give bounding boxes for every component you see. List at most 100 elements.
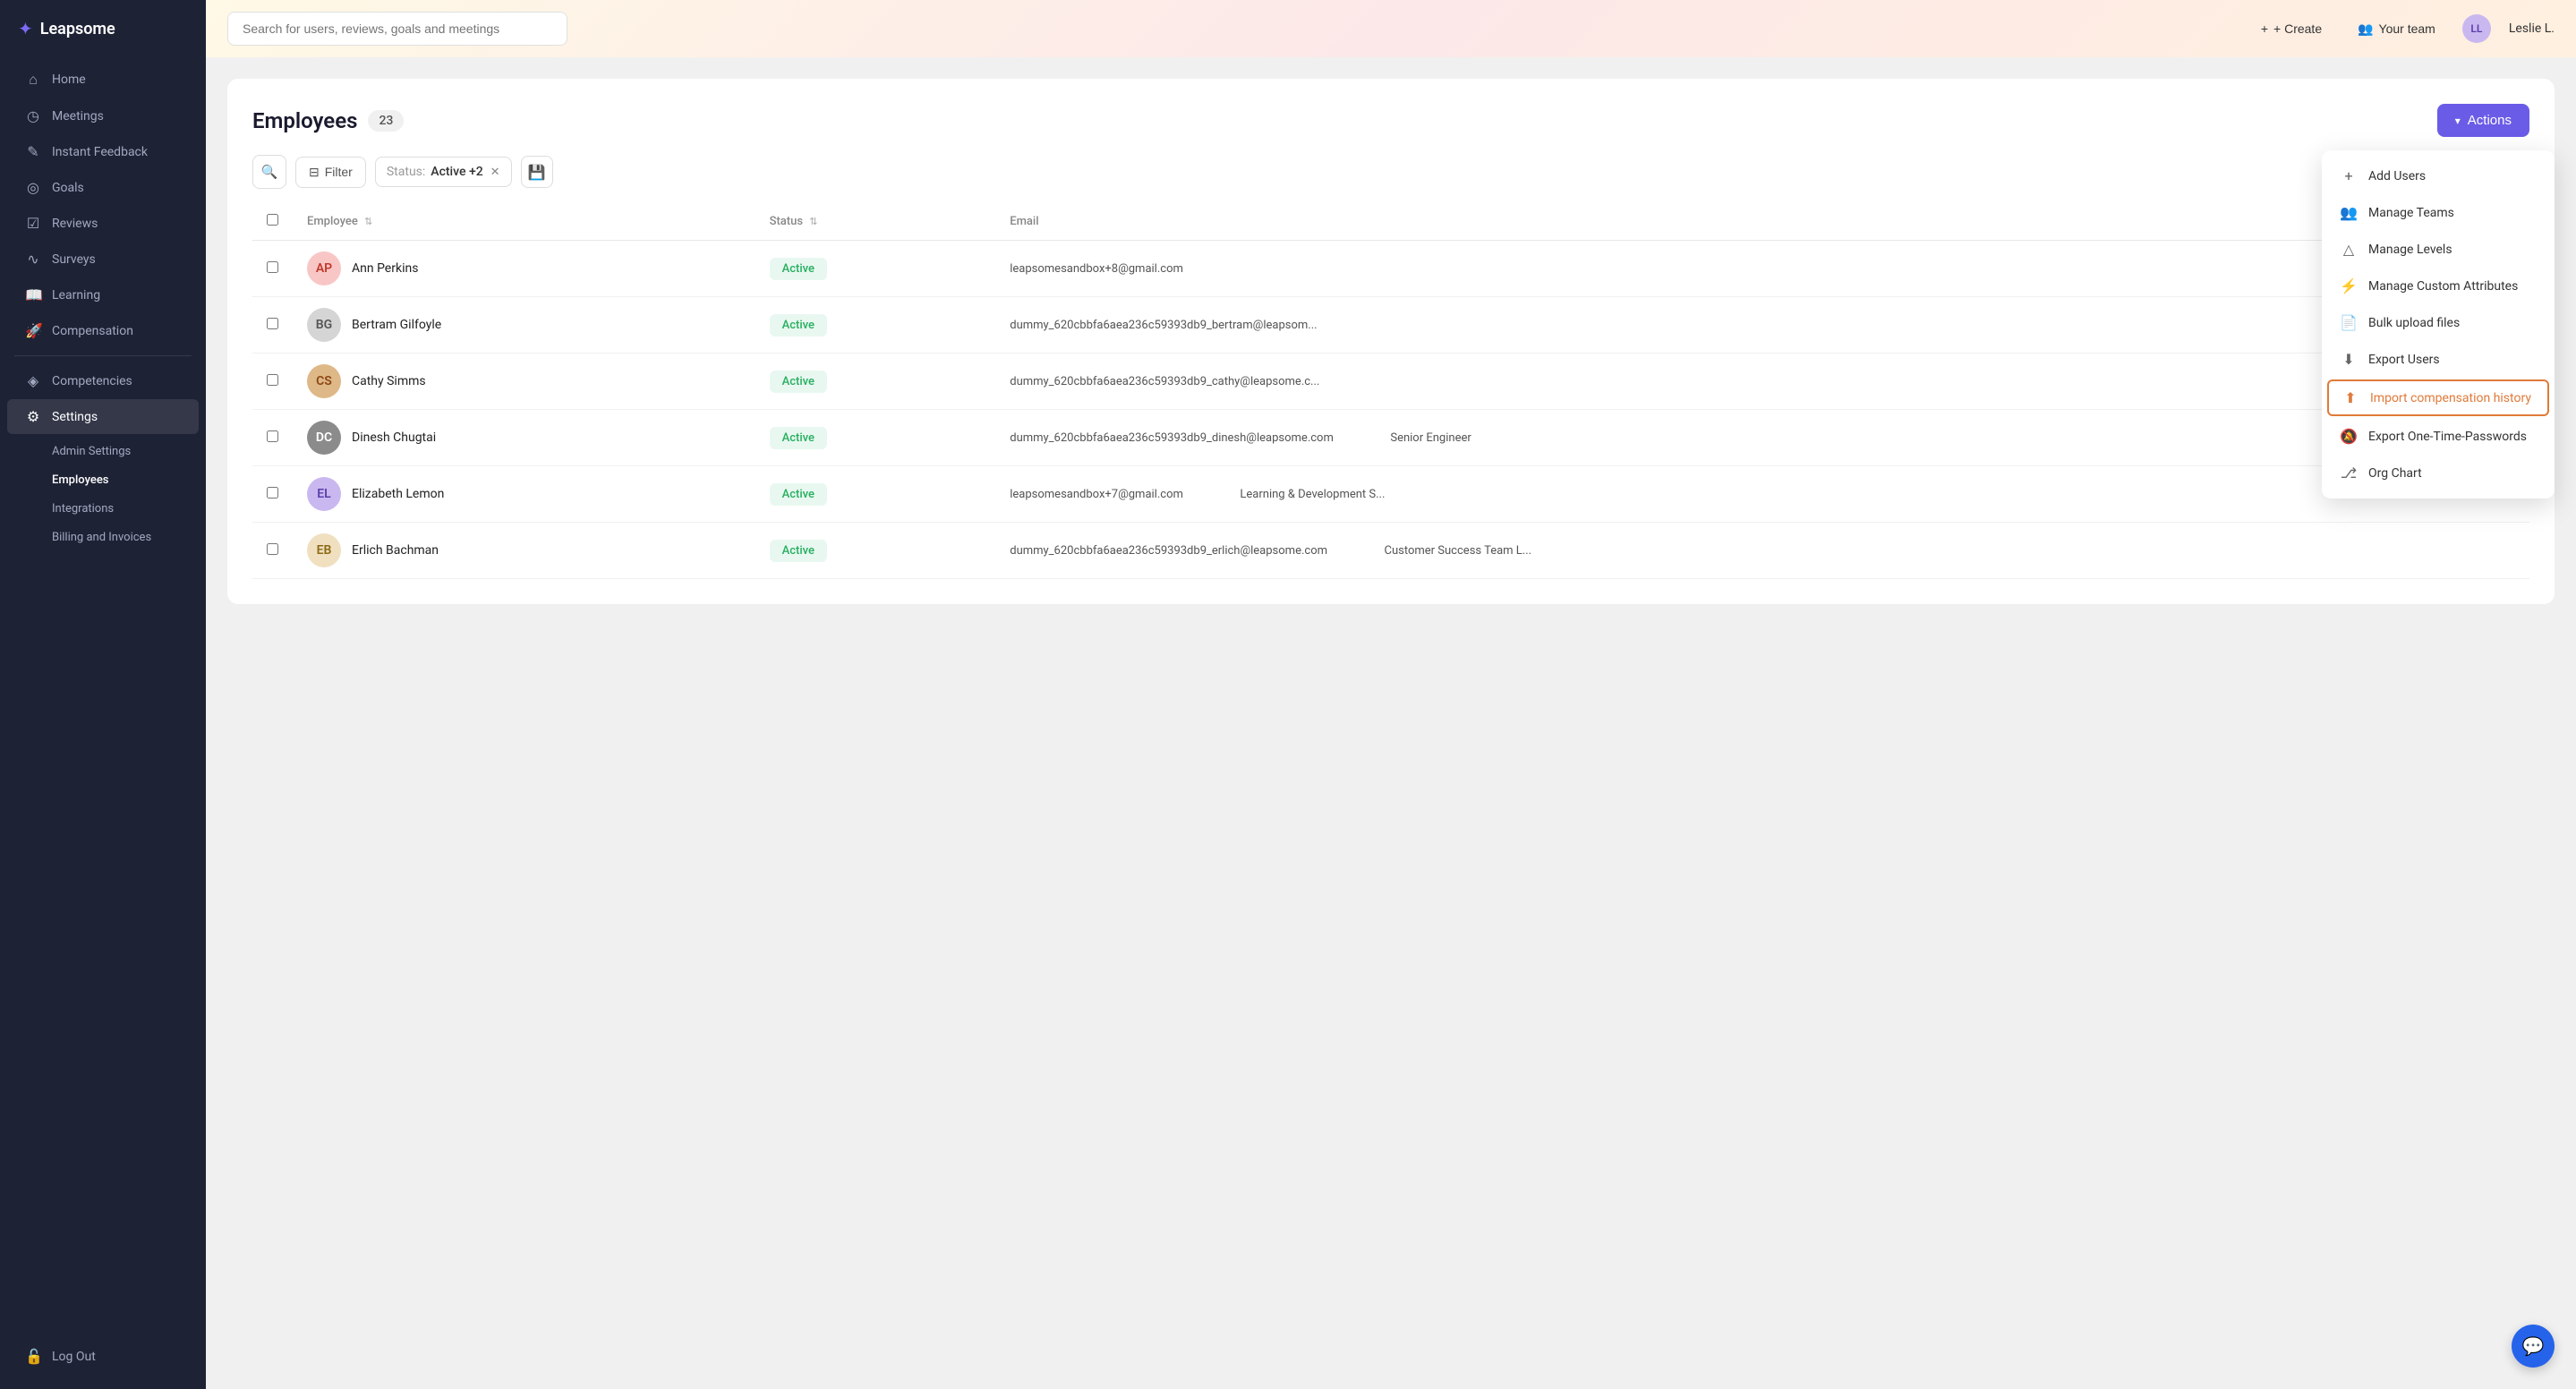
manage-custom-attrs-label: Manage Custom Attributes — [2368, 279, 2518, 294]
email-cell: dummy_620cbbfa6aea236c59393db9_erlich@le… — [995, 523, 2529, 579]
actions-button[interactable]: ▾ Actions — [2437, 104, 2529, 137]
card-header: Employees 23 ▾ Actions — [252, 104, 2529, 137]
avatar: BG — [307, 308, 341, 342]
select-all-checkbox[interactable] — [267, 214, 278, 226]
status-badge: Active — [770, 427, 827, 449]
dropdown-item-import-compensation[interactable]: ⬆ Import compensation history — [2327, 379, 2549, 416]
row-checkbox[interactable] — [267, 487, 278, 499]
dropdown-item-export-passwords[interactable]: 🔕 Export One-Time-Passwords — [2322, 418, 2555, 455]
row-checkbox[interactable] — [267, 318, 278, 329]
email-value: dummy_620cbbfa6aea236c59393db9_cathy@lea… — [1010, 375, 1319, 388]
sidebar-item-home[interactable]: ⌂ Home — [7, 62, 199, 98]
dropdown-item-manage-teams[interactable]: 👥 Manage Teams — [2322, 194, 2555, 231]
employee-name: Bertram Gilfoyle — [352, 318, 441, 332]
employee-name: Dinesh Chugtai — [352, 430, 436, 445]
org-chart-icon: ⎇ — [2340, 464, 2358, 481]
sub-nav-admin-settings[interactable]: Admin Settings — [7, 438, 199, 465]
table-row: BG Bertram Gilfoyle Active dummy_620cbbf… — [252, 297, 2529, 354]
status-sort-icon[interactable]: ⇅ — [809, 216, 817, 227]
avatar: EL — [307, 477, 341, 511]
close-status-filter-icon[interactable]: ✕ — [490, 166, 500, 179]
row-checkbox[interactable] — [267, 543, 278, 555]
employee-cell: EL Elizabeth Lemon — [293, 466, 755, 523]
sub-nav-label: Integrations — [52, 502, 114, 516]
your-team-label: Your team — [2379, 21, 2435, 36]
search-filter-button[interactable]: 🔍 — [252, 155, 286, 189]
sidebar-item-meetings[interactable]: ◷ Meetings — [7, 98, 199, 133]
row-checkbox-cell — [252, 354, 293, 410]
employee-cell: BG Bertram Gilfoyle — [293, 297, 755, 354]
settings-icon: ⚙ — [25, 408, 41, 425]
add-users-icon: + — [2340, 167, 2358, 184]
sidebar-item-goals[interactable]: ◎ Goals — [7, 170, 199, 205]
table-header-status[interactable]: Status ⇅ — [755, 203, 996, 241]
create-button[interactable]: + + Create — [2252, 16, 2331, 41]
email-cell: dummy_620cbbfa6aea236c59393db9_cathy@lea… — [995, 354, 2529, 410]
sidebar-item-learning[interactable]: 📖 Learning — [7, 277, 199, 312]
sidebar-item-surveys[interactable]: ∿ Surveys — [7, 242, 199, 277]
user-avatar[interactable]: LL — [2462, 14, 2491, 43]
sidebar-item-label: Home — [52, 72, 86, 87]
learning-icon: 📖 — [25, 286, 41, 303]
save-filter-button[interactable]: 💾 — [521, 156, 553, 188]
sidebar-item-settings[interactable]: ⚙ Settings — [7, 399, 199, 434]
sub-nav-employees[interactable]: Employees — [7, 466, 199, 494]
row-checkbox[interactable] — [267, 261, 278, 273]
dropdown-item-org-chart[interactable]: ⎇ Org Chart — [2322, 455, 2555, 491]
status-filter-tag[interactable]: Status: Active +2 ✕ — [375, 157, 512, 187]
chat-bubble-button[interactable]: 💬 — [2512, 1325, 2555, 1368]
table-header-employee[interactable]: Employee ⇅ — [293, 203, 755, 241]
table-row: DC Dinesh Chugtai Active dummy_620cbbfa6… — [252, 410, 2529, 466]
avatar: DC — [307, 421, 341, 455]
sidebar-item-label: Settings — [52, 410, 98, 424]
sidebar-item-label: Log Out — [52, 1350, 96, 1364]
email-value: dummy_620cbbfa6aea236c59393db9_bertram@l… — [1010, 319, 1317, 332]
your-team-button[interactable]: 👥 Your team — [2349, 16, 2444, 42]
sub-nav-billing[interactable]: Billing and Invoices — [7, 524, 199, 551]
sidebar-item-compensation[interactable]: 🚀 Compensation — [7, 313, 199, 348]
sub-nav-integrations[interactable]: Integrations — [7, 495, 199, 523]
surveys-icon: ∿ — [25, 251, 41, 268]
sidebar-item-label: Meetings — [52, 109, 104, 124]
dropdown-item-export-users[interactable]: ⬇ Export Users — [2322, 341, 2555, 378]
email-value: leapsomesandbox+7@gmail.com — [1010, 488, 1183, 501]
import-compensation-icon: ⬆ — [2341, 389, 2359, 406]
dropdown-item-manage-levels[interactable]: △ Manage Levels — [2322, 231, 2555, 268]
dropdown-item-add-users[interactable]: + Add Users — [2322, 158, 2555, 194]
status-badge: Active — [770, 258, 827, 280]
row-checkbox-cell — [252, 241, 293, 297]
row-checkbox-cell — [252, 410, 293, 466]
table-row: CS Cathy Simms Active dummy_620cbbfa6aea… — [252, 354, 2529, 410]
reviews-icon: ☑ — [25, 215, 41, 232]
logo[interactable]: ✦ Leapsome — [0, 0, 206, 54]
table-header: Employee ⇅ Status ⇅ Email — [252, 203, 2529, 241]
compensation-icon: 🚀 — [25, 322, 41, 339]
org-chart-label: Org Chart — [2368, 466, 2422, 481]
page-title: Employees — [252, 108, 357, 133]
employee-sort-icon[interactable]: ⇅ — [364, 216, 372, 227]
employee-col-label: Employee — [307, 215, 358, 228]
row-checkbox[interactable] — [267, 430, 278, 442]
sidebar-item-reviews[interactable]: ☑ Reviews — [7, 206, 199, 241]
filter-button[interactable]: ⊟ Filter — [295, 157, 366, 188]
dept-value: Customer Success Team L... — [1385, 544, 1532, 558]
manage-custom-attrs-icon: ⚡ — [2340, 277, 2358, 294]
sidebar-item-competencies[interactable]: ◈ Competencies — [7, 363, 199, 398]
search-input[interactable] — [227, 12, 567, 46]
chat-icon: 💬 — [2522, 1335, 2545, 1357]
sidebar-item-instant-feedback[interactable]: ✎ Instant Feedback — [7, 134, 199, 169]
table-header-checkbox — [252, 203, 293, 241]
email-value: dummy_620cbbfa6aea236c59393db9_erlich@le… — [1010, 544, 1327, 558]
dropdown-item-manage-custom-attrs[interactable]: ⚡ Manage Custom Attributes — [2322, 268, 2555, 304]
sidebar-nav: ⌂ Home ◷ Meetings ✎ Instant Feedback ◎ G… — [0, 54, 206, 1331]
row-checkbox[interactable] — [267, 374, 278, 386]
table-body: AP Ann Perkins Active leapsomesandbox+8@… — [252, 241, 2529, 579]
chevron-down-icon: ▾ — [2455, 115, 2461, 127]
sidebar-item-logout[interactable]: 🔓 Log Out — [7, 1339, 199, 1374]
dropdown-item-bulk-upload[interactable]: 📄 Bulk upload files — [2322, 304, 2555, 341]
goals-icon: ◎ — [25, 179, 41, 196]
competencies-icon: ◈ — [25, 372, 41, 389]
import-compensation-label: Import compensation history — [2370, 391, 2531, 405]
user-label: Leslie L. — [2509, 21, 2555, 36]
filter-icon: ⊟ — [309, 165, 320, 180]
